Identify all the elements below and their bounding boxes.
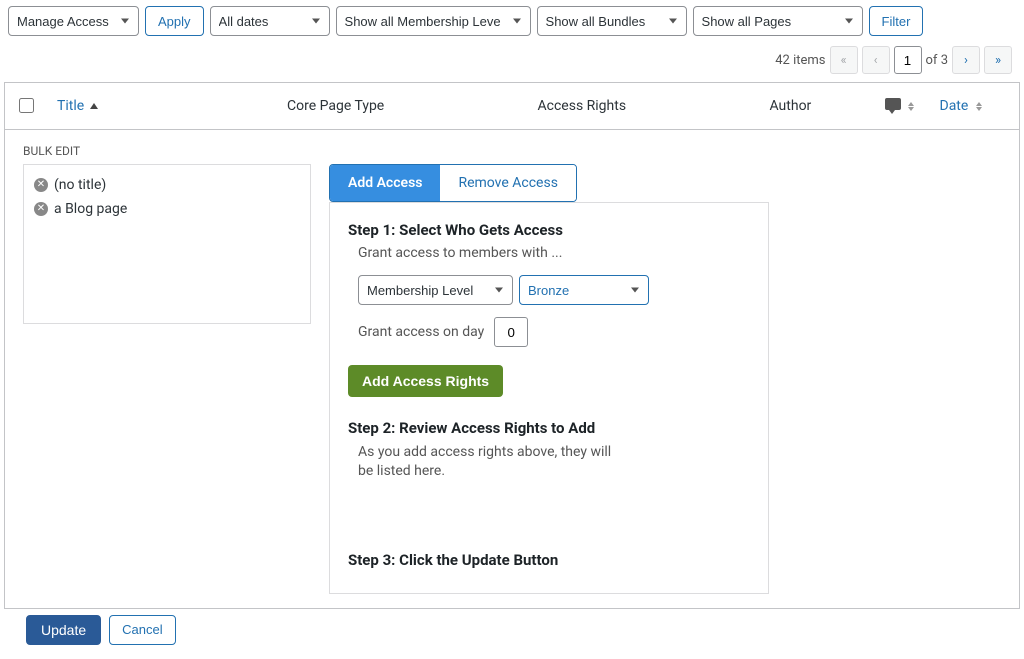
day-label: Grant access on day bbox=[358, 324, 484, 340]
bulk-edit-right-col: Add Access Remove Access Step 1: Select … bbox=[329, 164, 769, 594]
bulk-action-select[interactable]: Manage Access bbox=[8, 6, 139, 36]
bundle-filter-select[interactable]: Show all Bundles bbox=[537, 6, 687, 36]
selected-items-box: ✕ (no title) ✕ a Blog page bbox=[23, 164, 311, 324]
step2-desc: As you add access rights above, they wil… bbox=[348, 443, 628, 481]
remove-icon[interactable]: ✕ bbox=[34, 178, 48, 192]
selected-item-label: (no title) bbox=[54, 177, 106, 193]
bulk-action-row: Update Cancel bbox=[4, 609, 1020, 659]
col-date[interactable]: Date bbox=[940, 98, 969, 114]
step1-heading: Step 1: Select Who Gets Access bbox=[348, 221, 750, 239]
col-author[interactable]: Author bbox=[770, 98, 812, 114]
pagination: 42 items « ‹ of 3 › » bbox=[4, 42, 1020, 82]
page-of-label: of 3 bbox=[926, 53, 948, 68]
selected-item-label: a Blog page bbox=[54, 201, 127, 217]
col-core-page-type[interactable]: Core Page Type bbox=[287, 98, 384, 114]
step1-sub: Grant access to members with ... bbox=[348, 245, 750, 261]
page-input[interactable] bbox=[894, 46, 922, 74]
pages-table: Title Core Page Type Access Rights Autho… bbox=[4, 82, 1020, 609]
select-all-checkbox[interactable] bbox=[19, 98, 34, 113]
access-type-select[interactable]: Membership Level bbox=[358, 275, 513, 305]
tab-remove-access[interactable]: Remove Access bbox=[440, 165, 575, 201]
update-button[interactable]: Update bbox=[26, 615, 101, 645]
page-filter-select[interactable]: Show all Pages bbox=[693, 6, 863, 36]
step2-heading: Step 2: Review Access Rights to Add bbox=[348, 419, 750, 437]
apply-button[interactable]: Apply bbox=[145, 6, 204, 36]
access-level-select[interactable]: Bronze bbox=[519, 275, 649, 305]
bulk-edit-left-col: ✕ (no title) ✕ a Blog page bbox=[23, 164, 311, 324]
access-steps-card: Step 1: Select Who Gets Access Grant acc… bbox=[329, 202, 769, 594]
selected-item[interactable]: ✕ a Blog page bbox=[32, 197, 302, 221]
remove-icon[interactable]: ✕ bbox=[34, 202, 48, 216]
bulk-edit-heading: BULK EDIT bbox=[23, 144, 1001, 158]
tab-add-access[interactable]: Add Access bbox=[330, 165, 440, 201]
col-access-rights[interactable]: Access Rights bbox=[538, 98, 627, 114]
sort-icon bbox=[908, 102, 914, 111]
top-filter-bar: Manage Access Apply All dates Show all M… bbox=[4, 0, 1020, 42]
add-access-rights-button[interactable]: Add Access Rights bbox=[348, 365, 503, 397]
membership-filter-select[interactable]: Show all Membership Leve bbox=[336, 6, 531, 36]
comments-icon[interactable] bbox=[885, 98, 901, 110]
page-prev-button[interactable]: ‹ bbox=[862, 46, 890, 74]
item-count: 42 items bbox=[775, 53, 825, 68]
selected-item[interactable]: ✕ (no title) bbox=[32, 173, 302, 197]
col-title[interactable]: Title bbox=[57, 98, 84, 114]
filter-button[interactable]: Filter bbox=[869, 6, 924, 36]
step3-heading: Step 3: Click the Update Button bbox=[348, 551, 750, 569]
page-next-button[interactable]: › bbox=[952, 46, 980, 74]
sort-asc-icon bbox=[90, 103, 98, 109]
page-first-button[interactable]: « bbox=[830, 46, 858, 74]
cancel-button[interactable]: Cancel bbox=[109, 615, 175, 645]
sort-icon bbox=[976, 102, 982, 111]
page-last-button[interactable]: » bbox=[984, 46, 1012, 74]
access-tabs: Add Access Remove Access bbox=[329, 164, 577, 202]
date-filter-select[interactable]: All dates bbox=[210, 6, 330, 36]
day-input[interactable] bbox=[494, 317, 528, 347]
